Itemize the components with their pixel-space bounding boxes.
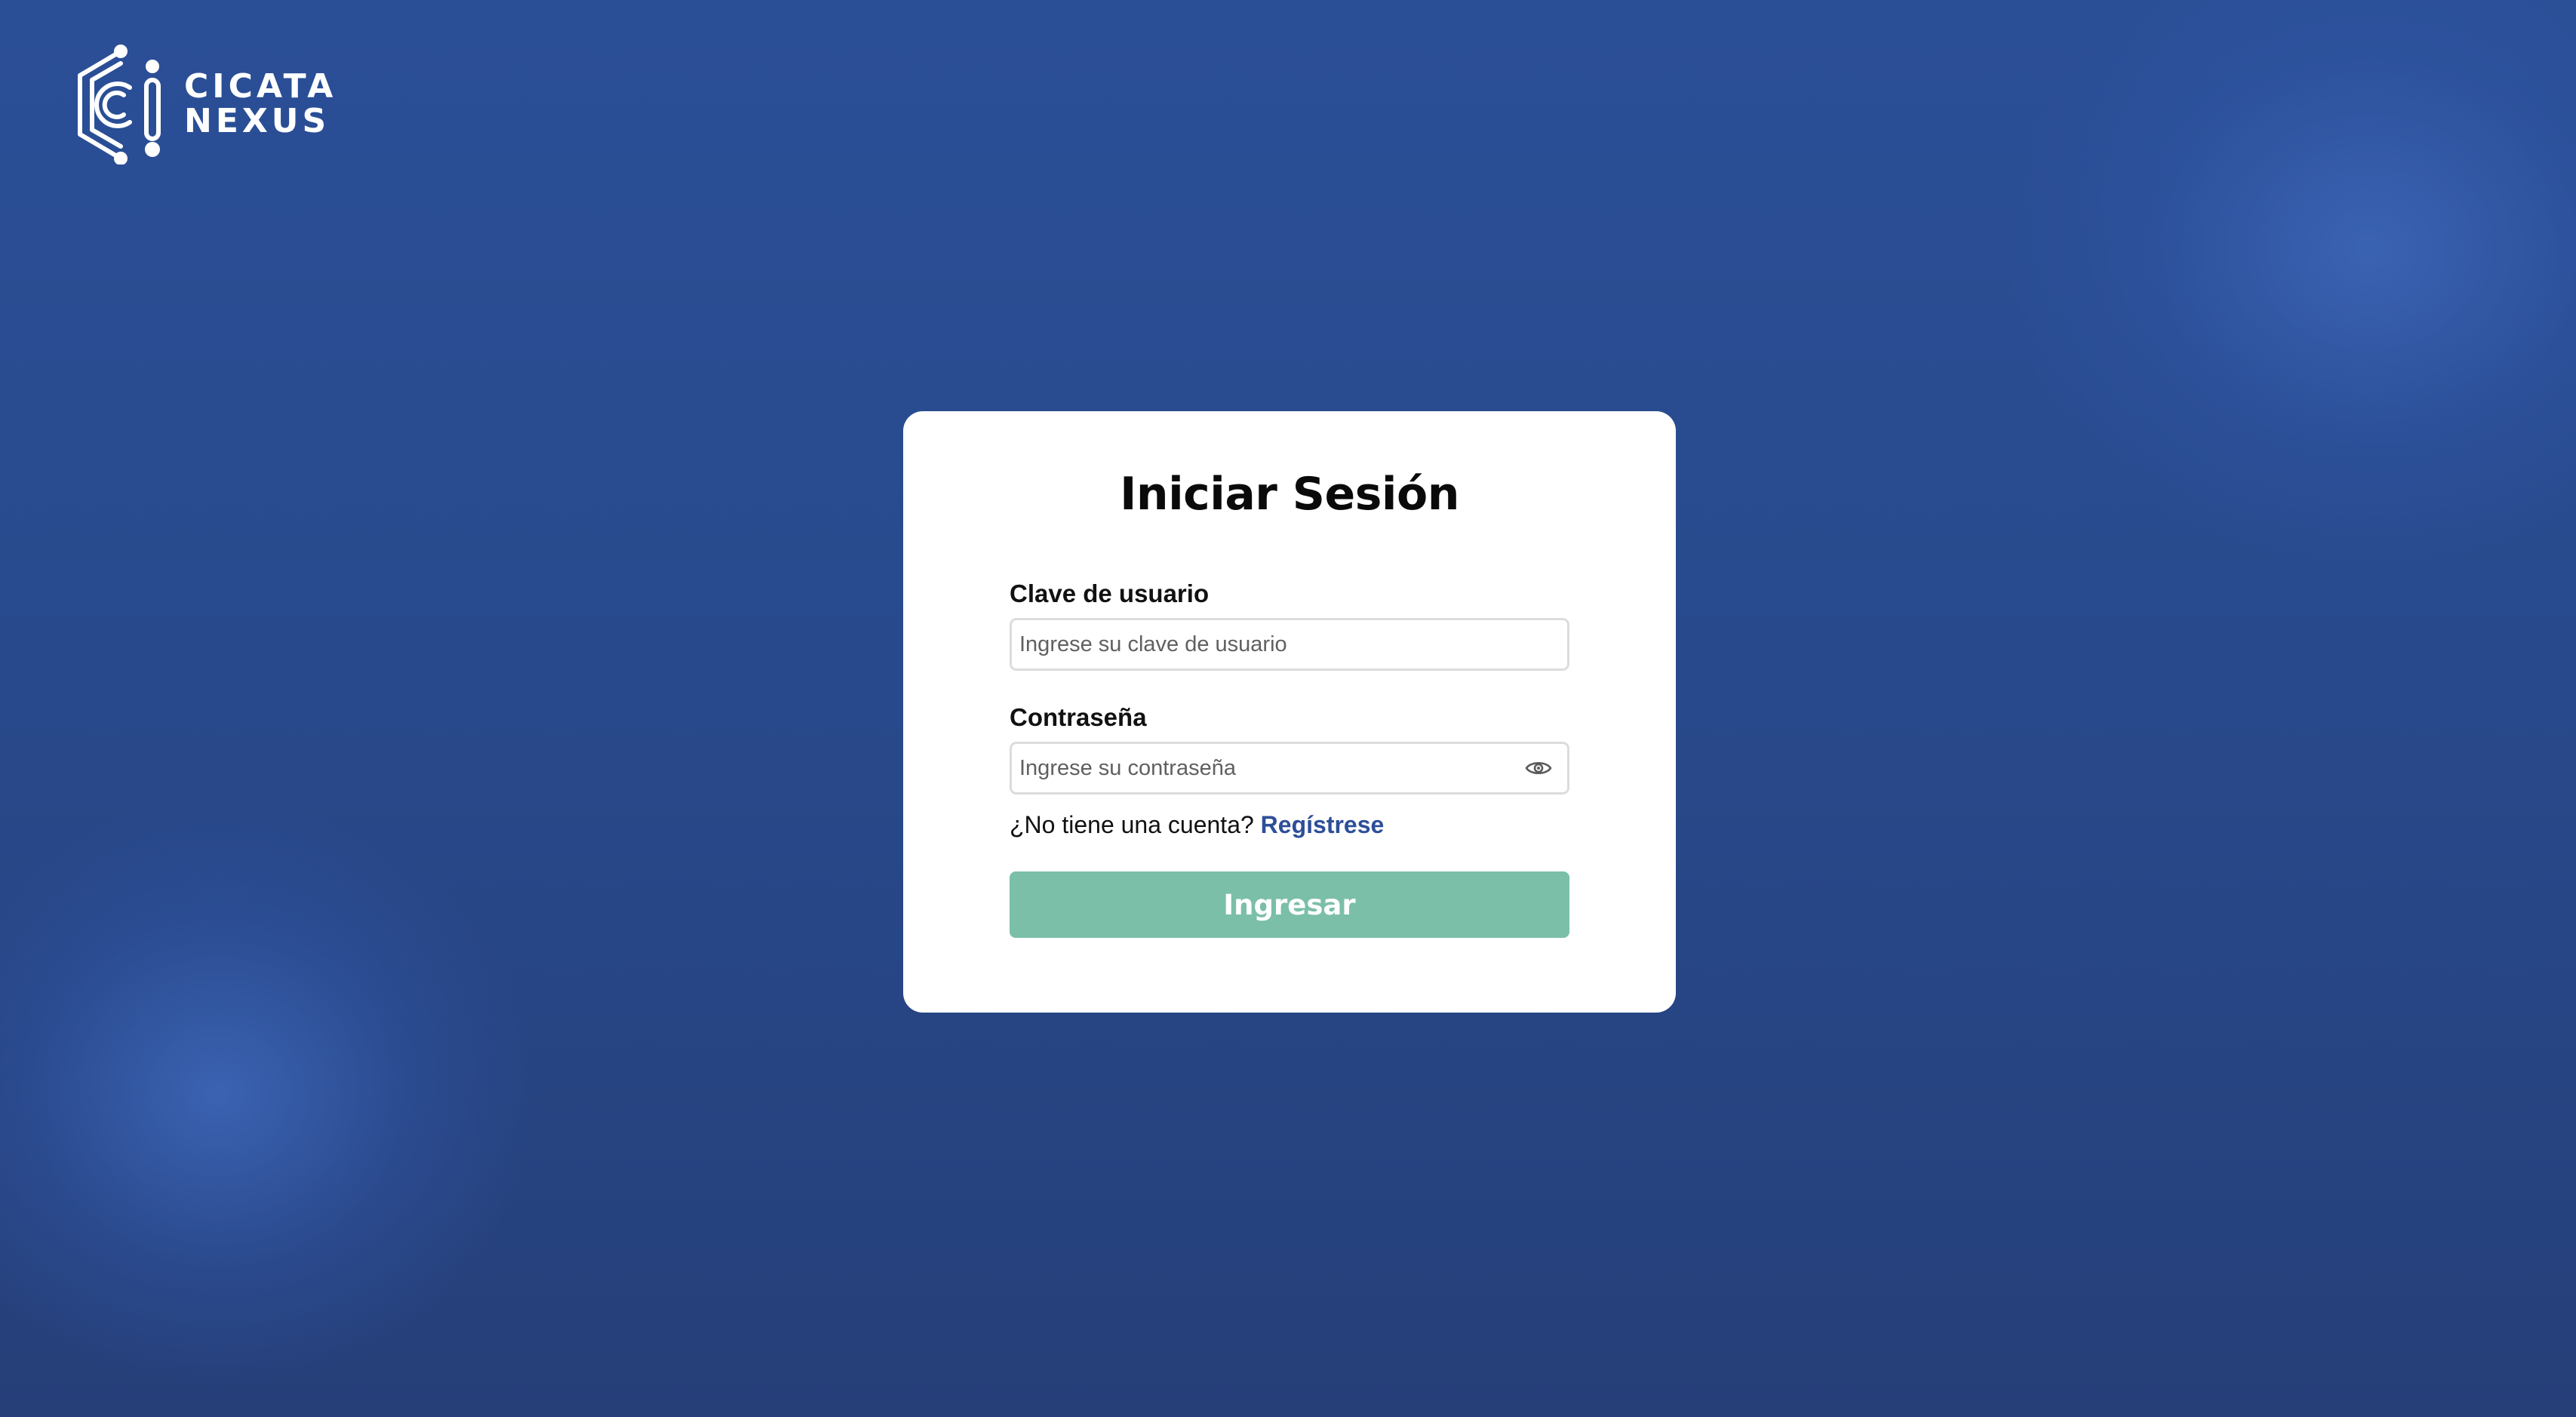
circuit-hexagon-c-logo-icon (78, 45, 161, 164)
login-submit-button[interactable]: Ingresar (1010, 871, 1569, 938)
login-card: Iniciar Sesión Clave de usuario Contrase… (903, 411, 1676, 1013)
password-input[interactable] (1012, 744, 1567, 792)
username-label: Clave de usuario (1010, 579, 1210, 607)
register-row: ¿No tiene una cuenta? Regístrese (1010, 810, 1569, 840)
username-field-wrapper (1010, 618, 1569, 671)
password-field-wrapper (1010, 742, 1569, 795)
eye-icon[interactable] (1525, 759, 1552, 777)
brand-line-1: CICATA (184, 67, 337, 106)
brand-logo: CICATA NEXUS (71, 44, 337, 164)
brand-name: CICATA NEXUS (184, 69, 337, 139)
password-label: Contraseña (1010, 703, 1147, 731)
brand-line-2: NEXUS (184, 102, 330, 140)
register-link[interactable]: Regístrese (1261, 811, 1385, 838)
page-title: Iniciar Sesión (1120, 468, 1459, 521)
username-input[interactable] (1012, 620, 1567, 669)
register-prompt: ¿No tiene una cuenta? (1010, 811, 1254, 838)
